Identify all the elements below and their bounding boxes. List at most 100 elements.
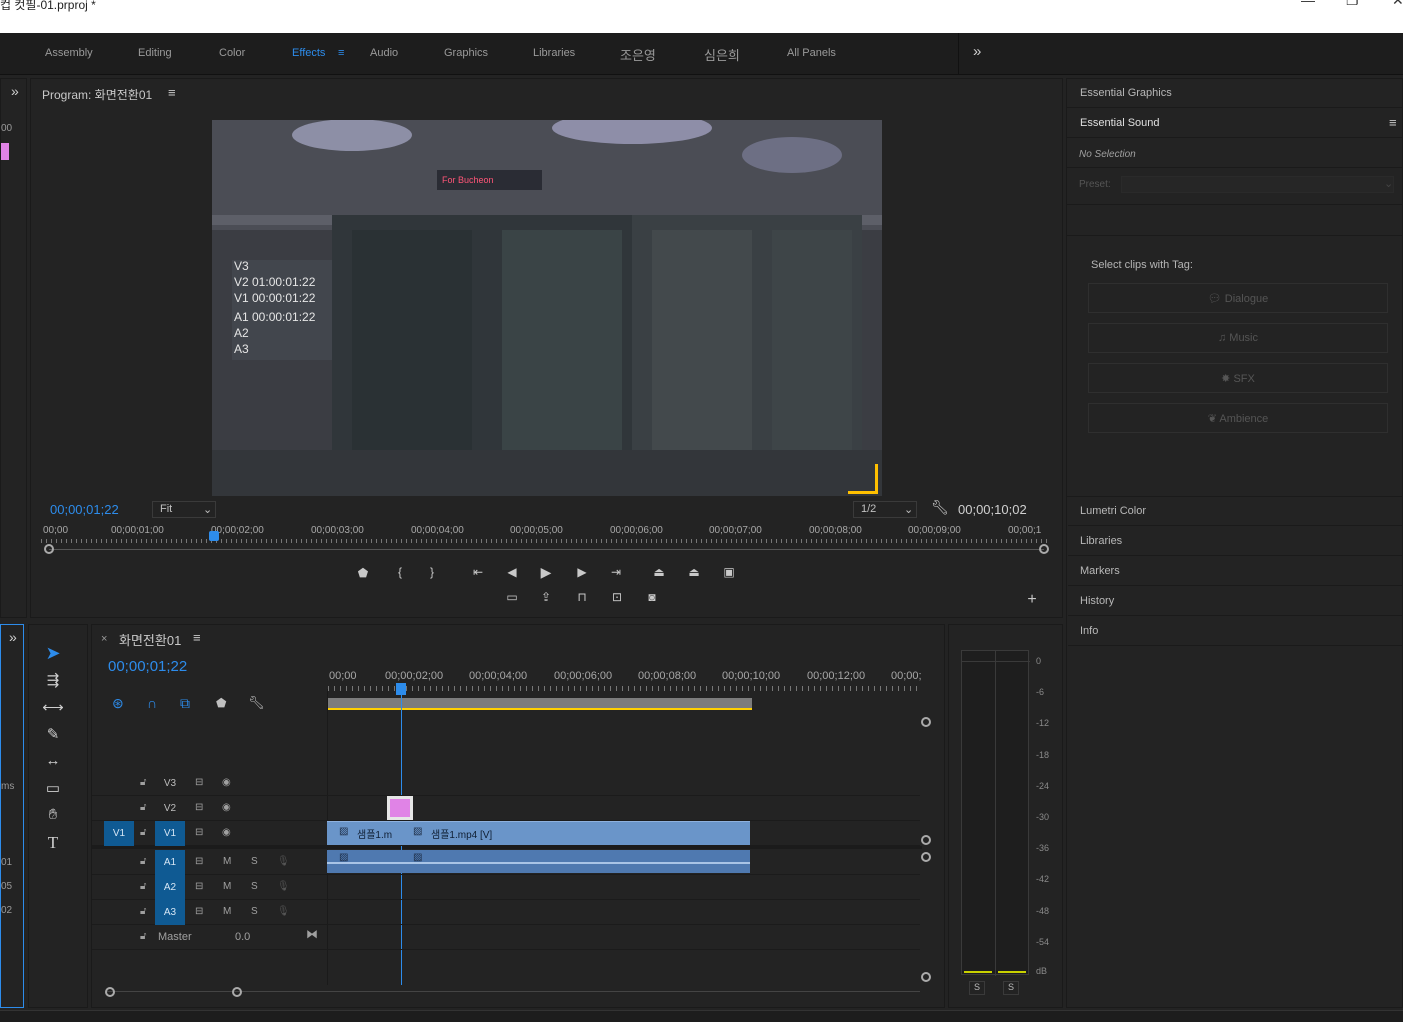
close-tab-icon[interactable]: × xyxy=(101,633,107,645)
lock-icon[interactable]: 🔓︎ xyxy=(140,906,146,917)
source-patch-v1[interactable]: V1 xyxy=(104,821,134,846)
panel-history[interactable]: History xyxy=(1068,586,1403,616)
selection-tool-icon[interactable]: ➤ xyxy=(41,643,65,665)
track-label[interactable]: V2 xyxy=(155,796,185,821)
export-frame-alt-icon[interactable]: ▣ xyxy=(719,565,739,579)
vertical-scroll-handle[interactable] xyxy=(921,852,931,862)
tab-assembly[interactable]: Assembly xyxy=(45,47,93,59)
minimize-button[interactable]: — xyxy=(1301,0,1315,8)
eye-icon[interactable]: ◉ xyxy=(222,827,231,838)
master-goto-icon[interactable]: ⧓ xyxy=(306,927,318,941)
tab-all-panels[interactable]: All Panels xyxy=(787,47,836,59)
slip-tool-icon[interactable]: ↔ xyxy=(41,752,65,774)
overwrite-icon[interactable]: ⇪ xyxy=(536,590,556,604)
microphone-icon[interactable]: 🎙︎ xyxy=(277,881,290,892)
lock-icon[interactable]: 🔓︎ xyxy=(140,777,146,788)
tab-editing[interactable]: Editing xyxy=(138,47,172,59)
solo-button[interactable]: S xyxy=(251,881,258,892)
tab-audio[interactable]: Audio xyxy=(370,47,398,59)
work-area-bar[interactable] xyxy=(328,698,752,710)
track-label[interactable]: A1 xyxy=(155,850,185,875)
panel-info[interactable]: Info xyxy=(1068,616,1403,646)
zoom-scrollbar[interactable] xyxy=(49,549,1044,550)
restore-button[interactable]: ❐ xyxy=(1346,0,1359,9)
lift-icon[interactable]: ⏏︎ xyxy=(649,565,669,579)
vertical-scroll-handle[interactable] xyxy=(921,835,931,845)
lock-icon[interactable]: 🔓︎ xyxy=(140,931,146,942)
add-button-icon[interactable]: + xyxy=(1022,591,1042,609)
comparison-view-icon[interactable]: ⊡ xyxy=(607,590,627,604)
tab-user-2[interactable]: 심은희 xyxy=(704,45,740,64)
panel-menu-icon[interactable]: ≡ xyxy=(1389,115,1397,130)
h-scroll-handle-right[interactable] xyxy=(232,987,242,997)
mark-in-icon[interactable]: { xyxy=(390,565,410,579)
mute-button[interactable]: M xyxy=(223,906,231,917)
track-label[interactable]: V1 xyxy=(155,821,185,846)
solo-right-button[interactable]: S xyxy=(1003,981,1019,995)
sync-lock-icon[interactable]: ⊟ xyxy=(195,827,203,838)
mute-button[interactable]: M xyxy=(223,856,231,867)
close-button[interactable]: ✕ xyxy=(1392,0,1403,9)
zoom-select[interactable]: Fit ⌄ xyxy=(152,501,216,518)
track-label[interactable]: A3 xyxy=(155,900,185,925)
program-menu-icon[interactable]: ≡ xyxy=(168,85,176,100)
go-to-out-icon[interactable]: ⇥ xyxy=(606,565,626,579)
workspace-overflow-icon[interactable]: » xyxy=(973,43,981,60)
tab-graphics[interactable]: Graphics xyxy=(444,47,488,59)
v2-clip[interactable] xyxy=(387,796,413,820)
microphone-icon[interactable]: 🎙︎ xyxy=(277,856,290,867)
mark-out-icon[interactable]: } xyxy=(422,565,442,579)
sync-lock-icon[interactable]: ⊟ xyxy=(195,802,203,813)
program-timecode[interactable]: 00;00;01;22 xyxy=(50,502,119,517)
trim-monitor-icon[interactable]: ⊓ xyxy=(572,590,592,604)
tag-music-button[interactable]: ♫ Music xyxy=(1088,323,1388,353)
sequence-title[interactable]: 화면전환01 xyxy=(119,630,181,649)
wrench-icon[interactable]: 🔧︎ xyxy=(248,695,265,711)
scroll-handle-left[interactable] xyxy=(44,544,54,554)
solo-button[interactable]: S xyxy=(251,906,258,917)
video-frame[interactable]: For Bucheon V3 V2 01:00:01:22 V1 00:00:0… xyxy=(212,120,882,496)
microphone-icon[interactable]: 🎙︎ xyxy=(277,906,290,917)
panel-lumetri-color[interactable]: Lumetri Color xyxy=(1068,496,1403,526)
lock-icon[interactable]: 🔓︎ xyxy=(140,827,146,838)
eye-icon[interactable]: ◉ xyxy=(222,802,231,813)
timeline-timecode[interactable]: 00;00;01;22 xyxy=(108,658,187,675)
type-tool-icon[interactable]: T xyxy=(41,833,65,855)
essential-sound-header[interactable]: Essential Sound ≡ xyxy=(1067,109,1403,138)
hand-tool-icon[interactable]: ✋︎ xyxy=(41,806,65,828)
track-select-tool-icon[interactable]: ⇶ xyxy=(41,671,65,693)
resolution-select[interactable]: 1/2 ⌄ xyxy=(853,501,917,518)
tag-ambience-button[interactable]: ❦ Ambience xyxy=(1088,403,1388,433)
track-label[interactable]: A2 xyxy=(155,875,185,900)
add-marker-icon[interactable]: ⬟ xyxy=(353,566,373,580)
track-label[interactable]: V3 xyxy=(155,771,185,796)
snap-magnet-icon[interactable]: ∩ xyxy=(147,695,157,711)
solo-button[interactable]: S xyxy=(251,856,258,867)
nest-icon[interactable]: ⊛ xyxy=(112,695,124,712)
add-marker-icon[interactable]: ⬟ xyxy=(216,696,226,710)
vertical-scroll-handle[interactable] xyxy=(921,972,931,982)
linked-selection-icon[interactable]: ⧉ xyxy=(180,695,190,712)
sync-lock-icon[interactable]: ⊟ xyxy=(195,856,203,867)
playhead-icon[interactable] xyxy=(396,683,406,695)
sync-lock-icon[interactable]: ⊟ xyxy=(195,881,203,892)
tab-color[interactable]: Color xyxy=(219,47,245,59)
play-icon[interactable]: ▶︎ xyxy=(536,564,556,581)
horizontal-scrollbar[interactable] xyxy=(106,991,920,992)
step-back-icon[interactable]: ◀︎ xyxy=(502,565,522,579)
mute-button[interactable]: M xyxy=(223,881,231,892)
safe-margins-icon[interactable]: ▭ xyxy=(502,590,522,604)
vertical-scroll-handle[interactable] xyxy=(921,717,931,727)
sequence-menu-icon[interactable]: ≡ xyxy=(193,630,201,645)
tab-effects[interactable]: Effects xyxy=(292,47,325,59)
sync-lock-icon[interactable]: ⊟ xyxy=(195,906,203,917)
panel-markers[interactable]: Markers xyxy=(1068,556,1403,586)
lock-icon[interactable]: 🔓︎ xyxy=(140,802,146,813)
tag-sfx-button[interactable]: ✸ SFX xyxy=(1088,363,1388,393)
tab-libraries[interactable]: Libraries xyxy=(533,47,575,59)
project-expand-icon[interactable]: » xyxy=(9,629,17,645)
v1-clip[interactable]: ▨ 샘플1.m ▨ 샘플1.mp4 [V] xyxy=(327,821,750,845)
sync-lock-icon[interactable]: ⊟ xyxy=(195,777,203,788)
step-forward-icon[interactable]: ▶︎ xyxy=(572,565,592,579)
razor-tool-icon[interactable]: ✎ xyxy=(41,725,65,747)
